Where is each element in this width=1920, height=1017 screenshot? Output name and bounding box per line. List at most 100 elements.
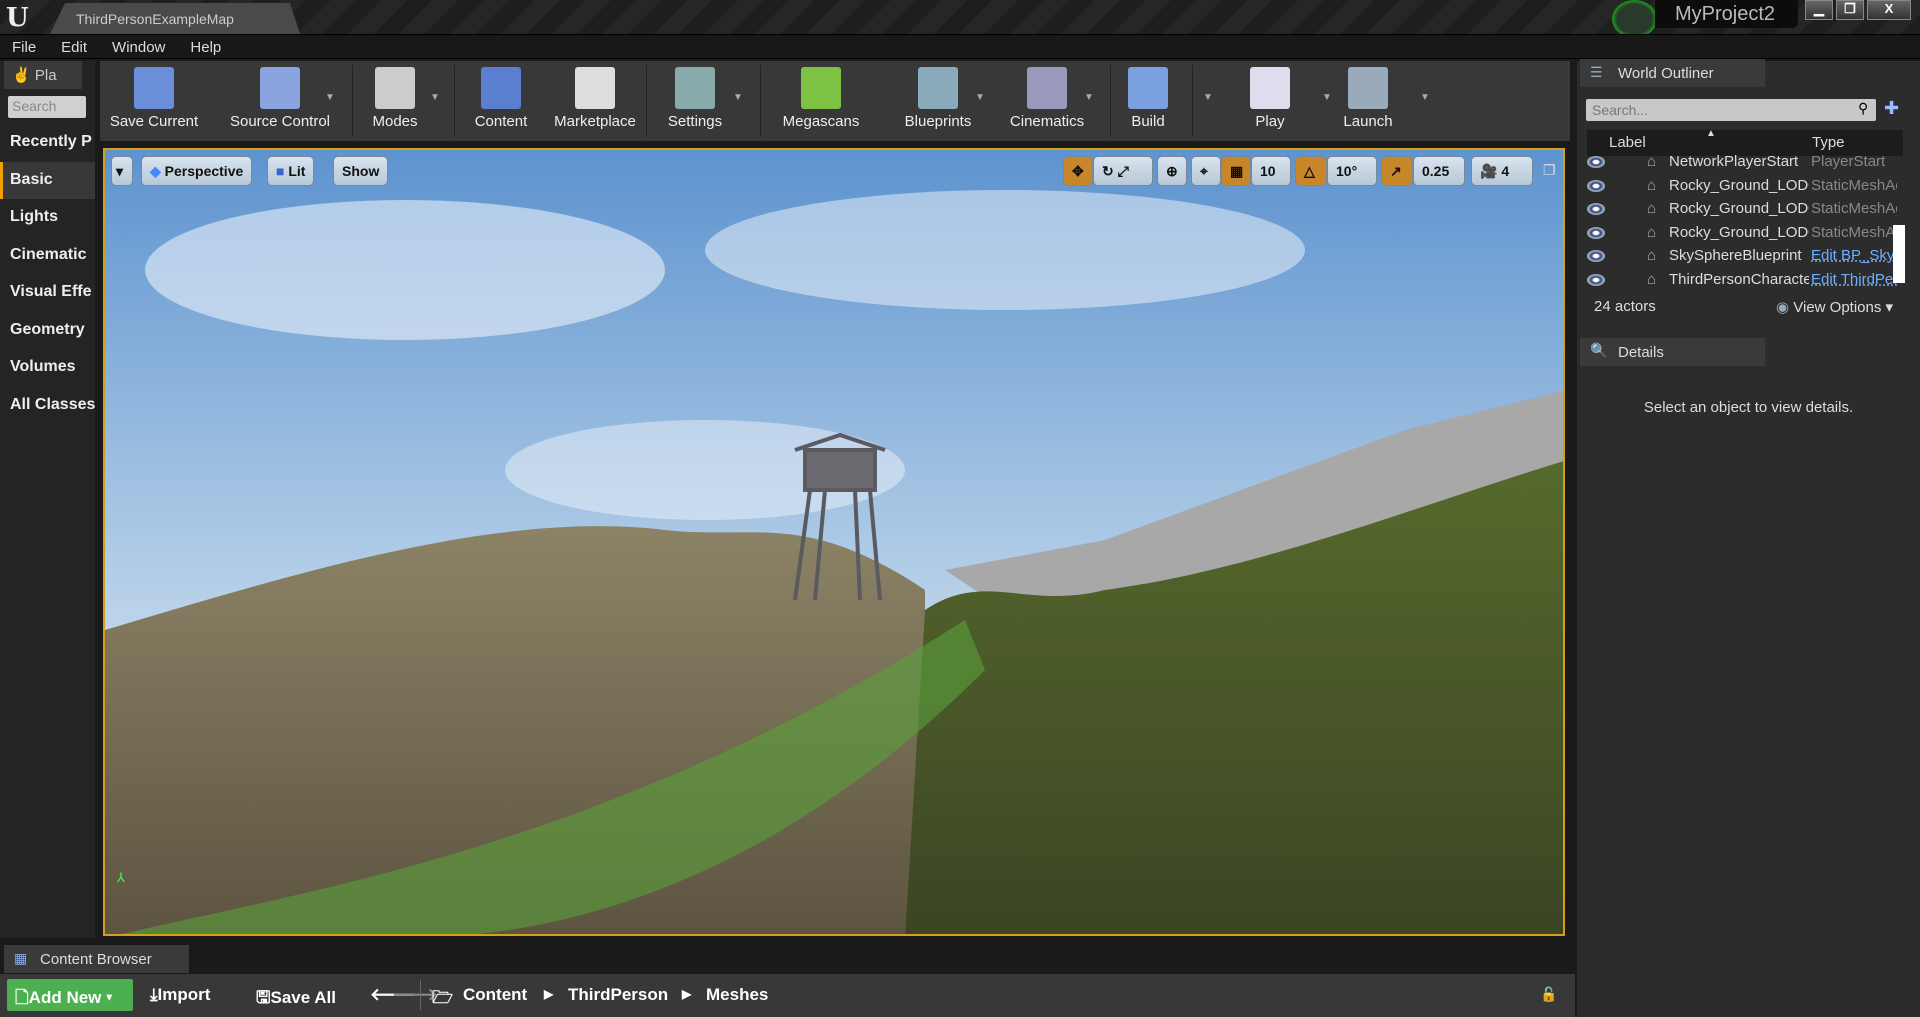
outliner-row[interactable]: ⌂ SkySphereBlueprint Edit BP_Sky_Sphere: [1587, 247, 1897, 271]
place-category[interactable]: Visual Effe: [0, 274, 95, 311]
modes-button[interactable]: Modes: [360, 61, 430, 141]
outliner-scrollbar[interactable]: [1893, 225, 1905, 283]
build-icon: [1128, 67, 1168, 109]
view-options-button[interactable]: ◉ View Options ▾: [1776, 298, 1893, 316]
place-icon: ✌: [12, 67, 35, 84]
content-browser-tab[interactable]: Content Browser: [4, 945, 189, 973]
marketplace-button[interactable]: Marketplace: [540, 61, 650, 141]
lock-icon[interactable]: 🔓: [1540, 986, 1557, 1003]
add-new-button[interactable]: 🗋Add New ▾: [7, 979, 133, 1011]
level-viewport[interactable]: ▾ ◆ Perspective ■ Lit Show ✥ ↻ ⤢ ⊕ ⌖ ▦ 1…: [103, 148, 1565, 936]
path-separator-icon: ▶: [544, 987, 554, 1001]
maximize-viewport-icon[interactable]: ❐: [1543, 162, 1556, 179]
path-separator-icon: ▶: [682, 987, 692, 1001]
play-button[interactable]: Play: [1230, 61, 1310, 141]
visibility-eye-icon[interactable]: [1587, 203, 1605, 215]
path-meshes[interactable]: Meshes: [706, 985, 768, 1005]
path-content[interactable]: Content: [463, 985, 527, 1005]
dropdown-arrow-icon[interactable]: ▼: [1420, 92, 1430, 103]
world-outliner-tab[interactable]: World Outliner: [1580, 59, 1765, 87]
new-file-icon: 🗋: [15, 988, 29, 1007]
grid-snap-value[interactable]: 10: [1251, 156, 1291, 186]
surface-snap-icon[interactable]: ⌖: [1191, 156, 1221, 186]
dropdown-arrow-icon[interactable]: ▼: [430, 92, 440, 103]
actor-icon: ⌂: [1647, 153, 1657, 170]
toolbar-label: Cinematics: [1009, 113, 1085, 130]
place-category[interactable]: Cinematic: [0, 237, 95, 274]
outliner-row[interactable]: ⌂ NetworkPlayerStart PlayerStart: [1587, 153, 1897, 177]
actor-type: StaticMeshActor: [1811, 200, 1897, 217]
dropdown-arrow-icon[interactable]: ▼: [975, 92, 985, 103]
outliner-row[interactable]: ⌂ Rocky_Ground_LOD0StaticMeshActor: [1587, 224, 1897, 248]
place-category[interactable]: Lights: [0, 199, 95, 236]
scale-snap-icon[interactable]: ↗: [1381, 156, 1413, 186]
launch-button[interactable]: Launch: [1328, 61, 1408, 141]
place-category[interactable]: Recently P: [0, 124, 95, 161]
details-tab[interactable]: Details: [1580, 338, 1765, 366]
toolbar-divider: [1192, 65, 1193, 137]
place-category[interactable]: Basic: [0, 161, 95, 199]
close-button[interactable]: X: [1867, 0, 1911, 20]
menu-window[interactable]: Window: [100, 35, 178, 56]
forward-button[interactable]: 🡒: [392, 985, 438, 1005]
actor-type[interactable]: Edit BP_Sky_Sphere: [1811, 247, 1897, 264]
place-search-input[interactable]: Search: [8, 96, 86, 118]
lit-button[interactable]: ■ Lit: [267, 156, 315, 186]
restore-button[interactable]: ❐: [1836, 0, 1864, 20]
megascans-button[interactable]: Megascans: [771, 61, 871, 141]
actor-label: ThirdPersonCharacter: [1669, 270, 1809, 288]
visibility-eye-icon[interactable]: [1587, 156, 1605, 168]
rotate-scale-icons[interactable]: ↻ ⤢: [1093, 156, 1153, 186]
scale-snap-value[interactable]: 0.25: [1413, 156, 1465, 186]
menu-file[interactable]: File: [0, 35, 49, 56]
settings-button[interactable]: Settings: [660, 61, 730, 141]
visibility-eye-icon[interactable]: [1587, 250, 1605, 262]
visibility-eye-icon[interactable]: [1587, 179, 1605, 192]
outliner-row[interactable]: ⌂ ThirdPersonCharacterEdit ThirdPersonCha…: [1587, 271, 1897, 295]
visibility-eye-icon[interactable]: [1587, 273, 1605, 286]
translate-icon[interactable]: ✥: [1063, 156, 1093, 186]
build-button[interactable]: Build: [1108, 61, 1188, 141]
dropdown-arrow-icon[interactable]: ▼: [325, 92, 335, 103]
create-folder-icon[interactable]: ✚: [1884, 98, 1899, 119]
minimize-button[interactable]: ▁: [1805, 0, 1833, 20]
type-column-header[interactable]: Type: [1812, 134, 1845, 151]
rotation-snap-value[interactable]: 10°: [1327, 156, 1377, 186]
path-thirdperson[interactable]: ThirdPerson: [568, 985, 668, 1005]
outliner-row[interactable]: ⌂ Rocky_Ground_LOD0StaticMeshActor: [1587, 200, 1897, 224]
outliner-search-input[interactable]: Search...: [1586, 99, 1876, 121]
visibility-eye-icon[interactable]: [1587, 226, 1605, 239]
actor-icon: ⌂: [1647, 270, 1657, 288]
place-category[interactable]: Geometry: [0, 312, 95, 349]
grid-snap-icon[interactable]: ▦: [1221, 156, 1251, 186]
world-local-icon[interactable]: ⊕: [1157, 156, 1187, 186]
save-current-button[interactable]: Save Current: [105, 61, 203, 141]
actor-type[interactable]: Edit ThirdPersonCharacter: [1811, 271, 1897, 288]
map-tab[interactable]: ThirdPersonExampleMap: [50, 3, 300, 34]
label-column-header[interactable]: Label: [1609, 134, 1646, 151]
rotation-snap-icon[interactable]: △: [1295, 156, 1327, 186]
show-button[interactable]: Show: [333, 156, 389, 186]
blueprints-button[interactable]: Blueprints: [888, 61, 988, 141]
cinematics-button[interactable]: Cinematics: [997, 61, 1097, 141]
details-magnifier-icon: 🔍: [1590, 342, 1608, 358]
perspective-button[interactable]: ◆ Perspective: [141, 156, 253, 186]
camera-speed[interactable]: 🎥 4: [1471, 156, 1533, 186]
outliner-row[interactable]: ⌂ Rocky_Ground_LOD0StaticMeshActor: [1587, 177, 1897, 201]
dropdown-arrow-icon[interactable]: ▼: [1084, 92, 1094, 103]
search-icon: ⚲: [1858, 100, 1869, 116]
save-all-button[interactable]: 🖫Save All: [256, 985, 336, 1014]
viewport-options-dropdown[interactable]: ▾: [111, 156, 133, 186]
toolbar-label: Marketplace: [554, 113, 636, 130]
place-category[interactable]: All Classes: [0, 387, 95, 424]
place-category[interactable]: Volumes: [0, 349, 95, 386]
place-tab[interactable]: ✌ Pla: [4, 61, 82, 89]
dropdown-arrow-icon[interactable]: ▼: [1322, 92, 1332, 103]
actor-count: 24 actors: [1594, 298, 1656, 315]
dropdown-arrow-icon[interactable]: ▼: [1203, 92, 1213, 103]
dropdown-arrow-icon[interactable]: ▼: [733, 92, 743, 103]
menu-help[interactable]: Help: [178, 35, 234, 56]
import-button[interactable]: ⤓Import: [150, 985, 210, 1005]
content-button[interactable]: Content: [466, 61, 536, 141]
menu-edit[interactable]: Edit: [49, 35, 100, 56]
